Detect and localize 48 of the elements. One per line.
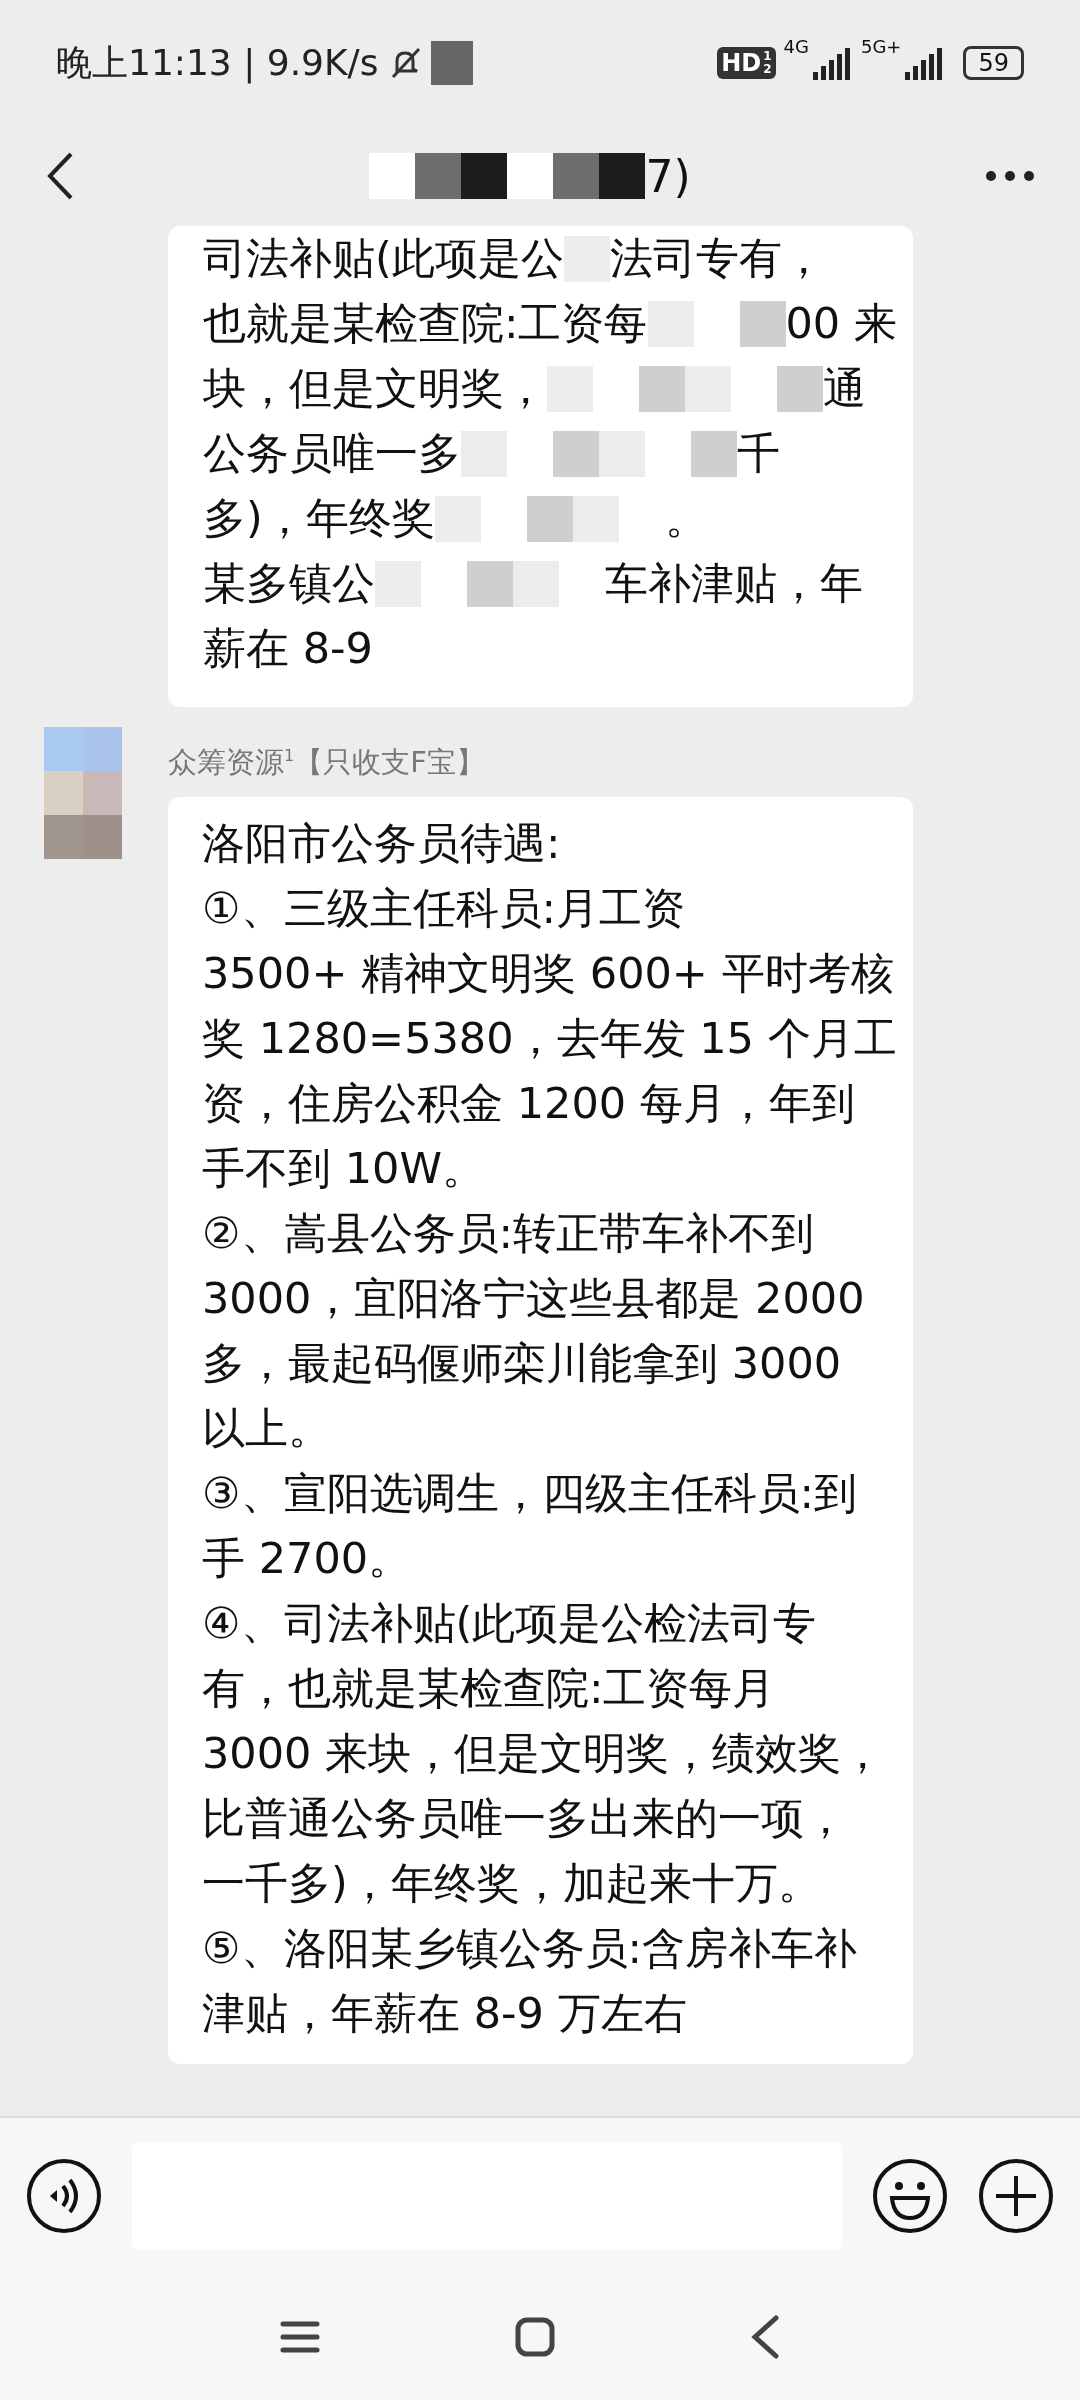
message-text: 手不到 10W。 [202,1142,486,1195]
message-text: 块，但是文明奖， [203,362,547,415]
message-text: 通 [823,362,866,415]
menu-icon[interactable] [280,2320,320,2354]
message-text: 一千多)，年终奖，加起来十万。 [202,1857,822,1910]
battery-icon: 59 [963,46,1024,80]
message-text: 津贴，年薪在 8-9 万左右 [202,1987,688,2040]
more-icon[interactable] [985,170,1035,182]
network-label: 5G+ [860,36,902,57]
message-text: 多)，年终奖 [203,492,435,545]
plus-icon[interactable] [978,2158,1054,2234]
network-label: 4G [783,36,809,57]
message-text: 比普通公务员唯一多出来的一项， [202,1792,848,1845]
status-time: 晚上11:13 | 9.9K/s [56,40,379,86]
back-icon[interactable] [45,151,75,201]
signal-icon [812,46,853,80]
message-text: 也就是某检查院:工资每 [203,297,648,350]
back-icon[interactable] [750,2315,780,2359]
message-text: 奖 1280=5380，去年发 15 个月工 [202,1012,893,1065]
message-text: 薪在 8-9 [203,622,373,675]
message-text: 手 2700。 [202,1532,413,1585]
message-text: 千 [737,427,780,480]
sender-name: 众筹资源$^{1}$【只收支F宝】 [168,744,486,781]
message-text: 洛阳市公务员待遇: [202,817,562,870]
voice-icon[interactable] [26,2158,102,2234]
message-text: ④、司法补贴(此项是公检法司专 [202,1597,818,1650]
message-text: 资，住房公积金 1200 每月，年到 [202,1077,856,1130]
message-text: 法司专有， [609,232,825,285]
message-text: 3500+ 精神文明奖 600+ 平时考核 [202,947,893,1000]
message-text: 以上。 [202,1402,332,1455]
message-text: 车补津贴，年 [605,557,863,610]
sim-icon [430,41,473,85]
message-text: 有，也就是某检查院:工资每月 [202,1662,777,1715]
message-text: 。 [664,492,708,545]
message-text: 司法补贴(此项是公 [203,232,564,285]
home-icon[interactable] [515,2317,555,2357]
message-text: 某多镇公 [203,557,375,610]
message-text: 多，最起码偃师栾川能拿到 3000 [202,1337,843,1390]
message-text: 00 来 [785,297,897,350]
message-text: ③、宣阳选调生，四级主任科员:到 [202,1467,859,1520]
message-text: ①、三级主任科员:月工资 [202,882,687,935]
message-text: 公务员唯一多 [203,427,461,480]
chat-title: 7) [645,150,691,202]
message-text: 3000，宜阳洛宁这些县都是 2000 [202,1272,866,1325]
message-text: 3000 来块，但是文明奖，绩效奖， [202,1727,886,1780]
emoji-icon[interactable] [872,2158,948,2234]
message-text: ⑤、洛阳某乡镇公务员:含房补车补 [202,1922,859,1975]
message-text: ②、嵩县公务员:转正带车补不到 [202,1207,816,1260]
